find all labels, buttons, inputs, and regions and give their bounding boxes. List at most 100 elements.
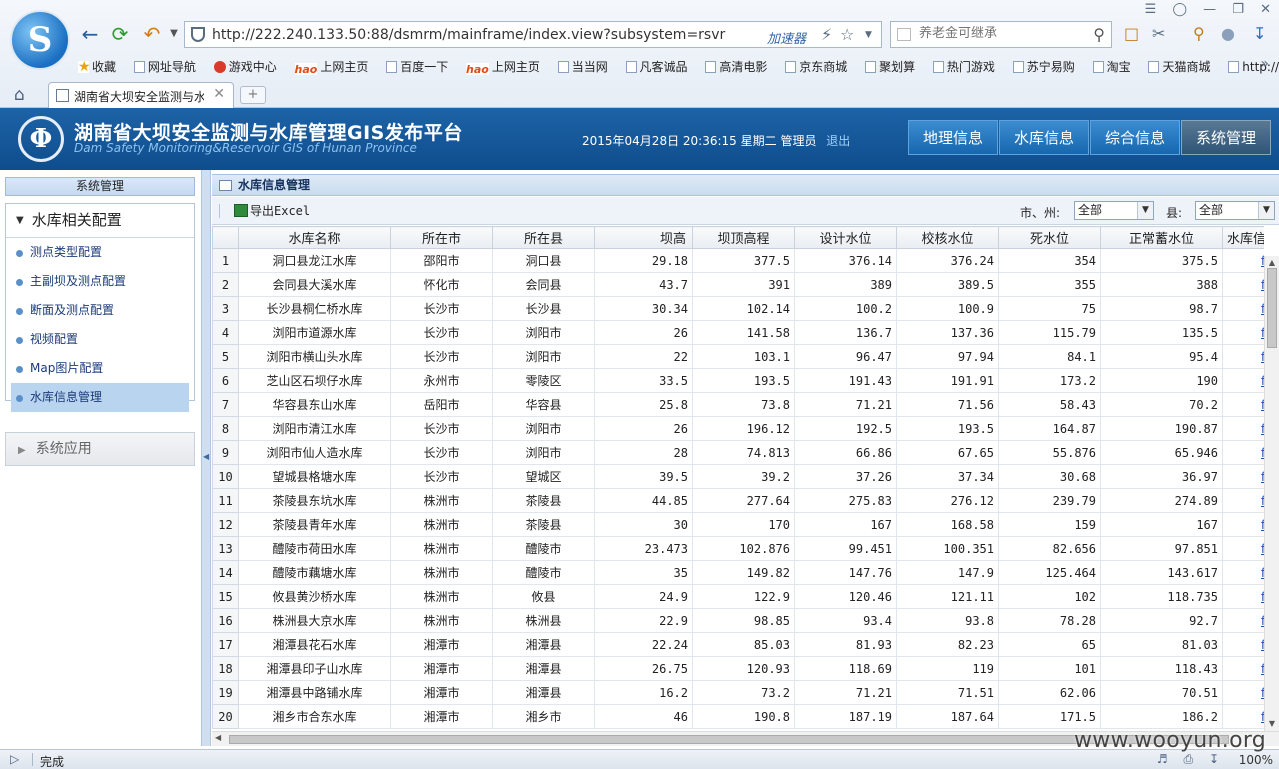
column-header[interactable]: 水库信	[1222, 226, 1264, 249]
city-select[interactable]: 全部 ▼	[1074, 201, 1154, 220]
table-row[interactable]: 18 湘潭县印子山水库 湘潭市 湘潭县 26.75 120.93 118.69 119 101 1…	[212, 656, 1264, 681]
address-dropdown-icon[interactable]: ▼	[865, 30, 872, 40]
chevron-down-icon[interactable]: ▼	[1258, 202, 1274, 219]
column-header[interactable]: 正常蓄水位	[1100, 226, 1223, 249]
bookmark-item[interactable]: 淘宝	[1092, 58, 1131, 75]
tab-current[interactable]: 湖南省大坝安全监测与水 ✕	[48, 82, 234, 108]
close-icon[interactable]: ✕	[1260, 2, 1271, 17]
column-header[interactable]: 设计水位	[794, 226, 897, 249]
info-link[interactable]: f	[1222, 656, 1264, 681]
info-link[interactable]: f	[1222, 704, 1264, 729]
table-row[interactable]: 4 浏阳市道源水库 长沙市 浏阳市 26 141.58 136.7 137.36 115.79 1…	[212, 320, 1264, 345]
sidebar-splitter[interactable]: ◀	[201, 170, 211, 746]
star-icon[interactable]: ☆	[840, 25, 854, 44]
bookmark-item[interactable]: 当当网	[557, 58, 608, 75]
info-link[interactable]: f	[1222, 680, 1264, 705]
table-row[interactable]: 19 湘潭县中路铺水库 湘潭市 湘潭县 16.2 73.2 71.21 71.51 62.06 7…	[212, 680, 1264, 705]
more-icon[interactable]: ●	[1221, 24, 1235, 43]
table-row[interactable]: 9 浏阳市仙人造水库 长沙市 浏阳市 28 74.813 66.86 67.65 55.876 6…	[212, 440, 1264, 465]
table-row[interactable]: 8 浏阳市清江水库 长沙市 浏阳市 26 196.12 192.5 193.5 164.87 19…	[212, 416, 1264, 441]
table-row[interactable]: 6 芝山区石坝仔水库 永州市 零陵区 33.5 193.5 191.43 191.91 173.…	[212, 368, 1264, 393]
back-icon[interactable]: ←	[78, 22, 102, 46]
collapse-left-icon[interactable]: ◀	[203, 452, 209, 461]
logout-link[interactable]: 退出	[826, 134, 850, 148]
info-link[interactable]: f	[1222, 512, 1264, 537]
table-row[interactable]: 17 湘潭县花石水库 湘潭市 湘潭县 22.24 85.03 81.93 82.23 65 81.…	[212, 632, 1264, 657]
home-icon[interactable]: ⌂	[14, 85, 25, 105]
info-link[interactable]: f	[1222, 536, 1264, 561]
bookmark-item[interactable]: hao 上网主页	[294, 58, 368, 76]
chevron-down-icon[interactable]: ▼	[1137, 202, 1153, 219]
table-row[interactable]: 10 望城县格塘水库 长沙市 望城区 39.5 39.2 37.26 37.34 30.68 36…	[212, 464, 1264, 489]
bookmark-item[interactable]: hao 上网主页	[466, 58, 540, 76]
accelerator-label[interactable]: 加速器	[767, 28, 806, 47]
clipboard-icon[interactable]: □	[1124, 24, 1139, 43]
bookmark-item[interactable]: 热门游戏	[932, 58, 995, 75]
nav-overall-info[interactable]: 综合信息	[1090, 120, 1180, 155]
table-row[interactable]: 14 醴陵市藕塘水库 株洲市 醴陵市 35 149.82 147.76 147.9 125.46…	[212, 560, 1264, 585]
sidebar-toggle-icon[interactable]: ▷	[10, 752, 19, 766]
info-link[interactable]: f	[1222, 320, 1264, 345]
info-link[interactable]: f	[1222, 608, 1264, 633]
refresh-icon[interactable]: ⟳	[108, 22, 132, 46]
column-header[interactable]: 校核水位	[896, 226, 999, 249]
info-link[interactable]: f	[1222, 464, 1264, 489]
info-link[interactable]: f	[1222, 344, 1264, 369]
sidebar-item-section-points[interactable]: 断面及测点配置	[6, 296, 194, 325]
bookmark-item[interactable]: 网址导航	[133, 58, 196, 75]
bookmark-item[interactable]: http://	[1228, 60, 1279, 74]
sidebar-item-reservoir-info[interactable]: 水库信息管理	[11, 383, 189, 412]
info-link[interactable]: f	[1222, 488, 1264, 513]
skin-icon[interactable]: ◯	[1172, 2, 1187, 17]
undo-icon[interactable]: ↶	[140, 22, 164, 46]
speaker-icon[interactable]: ♬	[1157, 752, 1168, 766]
bookmark-item[interactable]: 高清电影	[705, 58, 767, 75]
nav-geo-info[interactable]: 地理信息	[908, 120, 998, 155]
bookmark-item[interactable]: 凡客诚品	[625, 58, 688, 75]
lightning-icon[interactable]: ⚡	[821, 25, 832, 44]
table-row[interactable]: 16 株洲县大京水库 株洲市 株洲县 22.9 98.85 93.4 93.8 78.28 92.…	[212, 608, 1264, 633]
bookmarks-more-icon[interactable]: »	[1260, 56, 1269, 72]
table-row[interactable]: 12茶陵县青年水库株洲市茶陵县30170167168.58159167f	[212, 512, 1264, 537]
sidebar-group-system-app[interactable]: ▶ 系统应用	[5, 432, 195, 466]
export-excel-button[interactable]: 导出Excel	[234, 202, 310, 219]
search-box[interactable]: ⚲	[890, 21, 1112, 48]
restore-icon[interactable]: ❐	[1232, 2, 1244, 17]
table-row[interactable]: 15 攸县黄沙桥水库 株洲市 攸县 24.9 122.9 120.46 121.11 102 11…	[212, 584, 1264, 609]
tab-close-icon[interactable]: ✕	[213, 86, 225, 102]
sidebar-item-dam-points[interactable]: 主副坝及测点配置	[6, 267, 194, 296]
info-link[interactable]: f	[1222, 248, 1264, 273]
table-row[interactable]: 5 浏阳市横山头水库 长沙市 浏阳市 22 103.1 96.47 97.94 84.1 95.4…	[212, 344, 1264, 369]
download-count-icon[interactable]: ↧	[1209, 752, 1219, 766]
undo-dropdown-icon[interactable]: ▼	[162, 22, 186, 46]
info-link[interactable]: f	[1222, 416, 1264, 441]
table-row[interactable]: 1 洞口县龙江水库 邵阳市 洞口县 29.18 377.5 376.14 376.24 354 3…	[212, 248, 1264, 273]
printer-icon[interactable]: ⎙	[1184, 752, 1194, 766]
menu-icon[interactable]: ☰	[1145, 2, 1157, 17]
column-header[interactable]: 坝顶高程	[692, 226, 795, 249]
nav-reservoir-info[interactable]: 水库信息	[999, 120, 1089, 155]
table-row[interactable]: 7 华容县东山水库 岳阳市 华容县 25.8 73.8 71.21 71.56 58.43 70.…	[212, 392, 1264, 417]
column-header[interactable]: 所在市	[390, 226, 493, 249]
minimize-icon[interactable]: —	[1203, 2, 1216, 17]
download-icon[interactable]: ↧	[1253, 24, 1266, 43]
info-link[interactable]: f	[1222, 368, 1264, 393]
county-select[interactable]: 全部 ▼	[1195, 201, 1275, 220]
bookmark-item[interactable]: 百度一下	[386, 58, 448, 75]
table-row[interactable]: 2会同县大溪水库怀化市会同县43.7391389389.5355388f	[212, 272, 1264, 297]
scroll-left-icon[interactable]: ◀	[215, 733, 221, 742]
column-header[interactable]: 坝高	[594, 226, 693, 249]
scroll-down-icon[interactable]: ▼	[1265, 717, 1279, 731]
column-header[interactable]: 死水位	[998, 226, 1101, 249]
column-header[interactable]: 水库名称	[238, 226, 391, 249]
bookmark-item[interactable]: 天猫商城	[1148, 58, 1210, 75]
address-bar[interactable]: http://222.240.133.50:88/dsmrm/mainframe…	[184, 21, 882, 48]
table-row[interactable]: 11 茶陵县东坑水库 株洲市 茶陵县 44.85 277.64 275.83 276.12 23…	[212, 488, 1264, 513]
search-icon[interactable]: ⚲	[1093, 25, 1105, 44]
info-link[interactable]: f	[1222, 560, 1264, 585]
table-row[interactable]: 3 长沙县桐仁桥水库 长沙市 长沙县 30.34 102.14 100.2 100.9 75 98…	[212, 296, 1264, 321]
bookmark-item[interactable]: 京东商城	[785, 58, 847, 75]
address-url[interactable]: http://222.240.133.50:88/dsmrm/mainframe…	[212, 27, 725, 43]
search-engine-icon[interactable]	[897, 28, 911, 41]
bookmark-item[interactable]: 聚划算	[865, 58, 915, 75]
